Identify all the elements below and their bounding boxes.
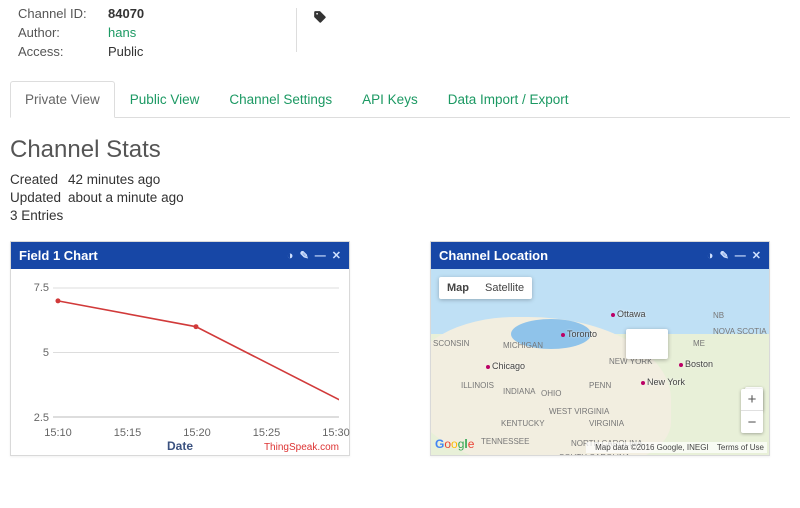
map-edit-icon[interactable]: ✎ (720, 249, 729, 262)
map-city-label: Chicago (486, 361, 525, 371)
chart-x-axis-label: Date (167, 439, 193, 453)
tab-api-keys[interactable]: API Keys (347, 81, 433, 118)
chart-panel-title: Field 1 Chart (19, 248, 98, 263)
author-label: Author: (18, 25, 108, 40)
tab-channel-settings[interactable]: Channel Settings (214, 81, 347, 118)
channel-location-panel: Channel Location ◑ ✎ — ✕ Ottawa Toronto Ch… (430, 241, 770, 456)
map-state-label: VIRGINIA (589, 419, 624, 428)
chart-help-icon[interactable]: ◑ (287, 250, 294, 262)
map-state-label: INDIANA (503, 387, 535, 396)
map-city-label: New York (641, 377, 685, 387)
x-tick: 15:25 (253, 427, 281, 439)
map-info-window[interactable] (626, 329, 668, 359)
chart-body: Date ThingSpeak.com 2.5 5 7.5 15:10 15:15 15:… (11, 269, 349, 455)
field1-chart-panel: Field 1 Chart ◑ ✎ — ✕ Date ThingSpeak.co… (10, 241, 350, 456)
tab-private-view[interactable]: Private View (10, 81, 115, 118)
google-logo: Google (435, 437, 474, 451)
map-data-attribution: Map data ©2016 Google, INEGI (595, 443, 709, 452)
map-state-label: NB (713, 311, 724, 320)
map-type-map[interactable]: Map (439, 277, 477, 299)
x-tick: 15:10 (44, 427, 72, 439)
map-panel-title: Channel Location (439, 248, 548, 263)
tag-icon (313, 10, 327, 63)
chart-close-icon[interactable]: ✕ (332, 249, 341, 262)
channel-id-label: Channel ID: (18, 6, 108, 21)
map-type-control: Map Satellite (439, 277, 532, 299)
y-tick: 2.5 (34, 412, 49, 424)
map-state-label: ME (693, 339, 705, 348)
map-state-label: NOVA SCOTIA (713, 327, 767, 336)
map-minimize-icon[interactable]: — (735, 250, 746, 262)
map-city-label: Boston (679, 359, 713, 369)
map-city-label: Toronto (561, 329, 597, 339)
y-tick: 5 (43, 347, 49, 359)
map-state-label: MICHIGAN (503, 341, 543, 350)
map-state-label: ILLINOIS (461, 381, 494, 390)
map-help-icon[interactable]: ◑ (707, 250, 714, 262)
access-value: Public (108, 44, 143, 59)
updated-label: Updated (10, 190, 68, 205)
entries-count: 3 Entries (10, 208, 800, 223)
created-label: Created (10, 172, 68, 187)
map-state-label: SOUTH CAROLINA (559, 453, 630, 455)
x-tick: 15:30 (322, 427, 350, 439)
zoom-out-button[interactable]: − (741, 411, 763, 433)
zoom-in-button[interactable]: + (741, 389, 763, 411)
map-body[interactable]: Ottawa Toronto Chicago New York Boston SCONSI… (431, 269, 769, 455)
map-close-icon[interactable]: ✕ (752, 249, 761, 262)
author-link[interactable]: hans (108, 25, 136, 40)
tab-data-import-export[interactable]: Data Import / Export (433, 81, 584, 118)
map-state-label: TENNESSEE (481, 437, 529, 446)
x-tick: 15:20 (183, 427, 211, 439)
chart-minimize-icon[interactable]: — (315, 250, 326, 262)
zoom-control: + − (741, 389, 763, 433)
channel-id-value: 84070 (108, 6, 144, 21)
divider (296, 8, 297, 52)
updated-value: about a minute ago (68, 190, 184, 205)
chart-edit-icon[interactable]: ✎ (300, 249, 309, 262)
map-type-satellite[interactable]: Satellite (477, 277, 532, 299)
tab-bar: Private View Public View Channel Setting… (10, 81, 790, 118)
map-city-label: Ottawa (611, 309, 646, 319)
chart-attribution: ThingSpeak.com (264, 442, 339, 453)
map-state-label: WEST VIRGINIA (549, 407, 609, 416)
map-footer: Map data ©2016 Google, INEGI Terms of Us… (586, 442, 767, 453)
map-terms-link[interactable]: Terms of Use (717, 443, 764, 452)
tab-public-view[interactable]: Public View (115, 81, 215, 118)
channel-stats-heading: Channel Stats (10, 136, 800, 164)
x-tick: 15:15 (114, 427, 142, 439)
map-state-label: SCONSIN (433, 339, 469, 348)
map-state-label: KENTUCKY (501, 419, 545, 428)
map-state-label: OHIO (541, 389, 561, 398)
y-tick: 7.5 (34, 282, 49, 294)
created-value: 42 minutes ago (68, 172, 160, 187)
access-label: Access: (18, 44, 108, 59)
map-state-label: PENN (589, 381, 611, 390)
